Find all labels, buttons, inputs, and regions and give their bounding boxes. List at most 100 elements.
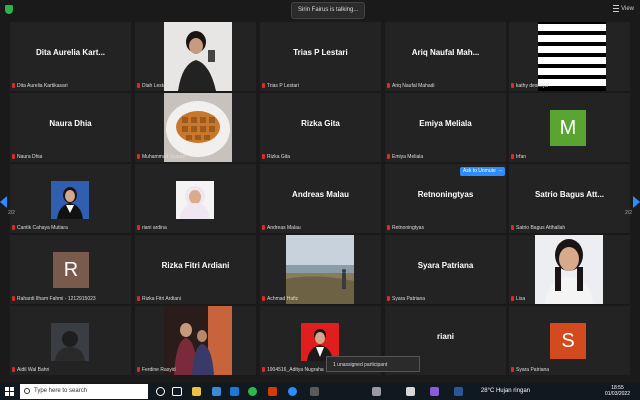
ask-to-unmute-button[interactable]: Ask to Unmute <box>460 167 499 176</box>
powerpoint-icon[interactable] <box>268 387 277 396</box>
zoom-icon[interactable] <box>288 387 297 396</box>
muted-mic-icon <box>511 83 514 89</box>
participant-tile[interactable]: Achmad Hafiz <box>260 235 381 304</box>
participant-display-name: Syara Patriana <box>417 261 474 270</box>
app-icon-2[interactable] <box>372 387 381 396</box>
taskbar-search-box[interactable]: Type here to search <box>20 384 148 399</box>
participant-tile[interactable]: M Irfan <box>509 93 630 162</box>
participant-tile[interactable]: Rizka Gita Rizka Gita <box>260 93 381 162</box>
participant-tile[interactable]: kathy desintya <box>509 22 630 91</box>
participant-tile[interactable]: riani ardina <box>135 164 256 233</box>
participant-display-name: Retnoningtyas <box>417 190 474 199</box>
gallery-grid: Dita Aurelia Kart... Dita Aurelia Kartik… <box>10 22 630 376</box>
participant-video <box>164 22 232 91</box>
participant-tile[interactable]: Lisa <box>509 235 630 304</box>
participant-video <box>51 181 89 219</box>
participant-tile[interactable]: Cantik Cahaya Mutiara <box>10 164 131 233</box>
participant-label: Syara Patriana <box>511 367 549 373</box>
participant-name: Retnoningtyas <box>392 225 424 231</box>
participant-name: Muhammad Syauqi <box>142 154 186 160</box>
participant-tile[interactable]: Ariq Naufal Mah... Ariq Naufal Mahadi <box>385 22 506 91</box>
participant-name: Naura Dhia <box>17 154 43 160</box>
windows-start-icon[interactable] <box>5 387 14 396</box>
weather-widget[interactable]: 28°C Hujan ringan <box>481 388 530 394</box>
muted-mic-icon <box>511 225 514 231</box>
muted-mic-icon <box>262 367 265 373</box>
muted-mic-icon <box>387 225 390 231</box>
participant-tile[interactable]: Dita Aurelia Kart... Dita Aurelia Kartik… <box>10 22 131 91</box>
unassigned-participant-panel[interactable]: 1 unassigned participant <box>326 356 420 372</box>
muted-mic-icon <box>262 296 265 302</box>
chrome-icon[interactable] <box>248 387 257 396</box>
participant-name: Irfan <box>516 154 527 160</box>
word-icon[interactable] <box>454 387 463 396</box>
participant-label: Rizka Gita <box>262 154 290 160</box>
participant-label: Rahardi Ilham Fahmi - 1212915023 <box>12 296 96 302</box>
participant-tile[interactable]: Naura Dhia Naura Dhia <box>10 93 131 162</box>
participant-name: Diah Lestari <box>142 83 169 89</box>
participant-display-name: Trias P Lestari <box>293 48 348 57</box>
participant-tile[interactable]: R Rahardi Ilham Fahmi - 1212915023 <box>10 235 131 304</box>
participant-tile[interactable]: Emiya Meliala Emiya Meliala <box>385 93 506 162</box>
participant-name: Dita Aurelia Kartikasari <box>17 83 68 89</box>
app-icon-3[interactable] <box>406 387 415 396</box>
clock-date: 01/03/2022 <box>604 391 630 397</box>
participant-label: kathy desintya <box>511 83 548 89</box>
participant-tile[interactable]: Diah Lestari <box>135 22 256 91</box>
participant-name: Syara Patriana <box>516 367 550 373</box>
muted-mic-icon <box>12 83 15 89</box>
participant-tile[interactable]: Andreas Malau Andreas Malau <box>260 164 381 233</box>
participant-label: riani ardina <box>137 225 167 231</box>
participant-tile[interactable]: Ferdine Rasyid <box>135 306 256 375</box>
participant-label: Aidil Wal Bahri <box>12 367 49 373</box>
participant-name: Cantik Cahaya Mutiara <box>17 225 68 231</box>
page-indicator-left: 2/2 <box>8 210 15 216</box>
participant-tile[interactable]: Satrio Bagus Att... Satrio Bagus Atthall… <box>509 164 630 233</box>
participant-name: Emiya Meliala <box>392 154 424 160</box>
participant-tile[interactable]: Rizka Fitri Ardiani Rizka Fitri Ardiani <box>135 235 256 304</box>
participant-tile[interactable]: S Syara Patriana <box>509 306 630 375</box>
muted-mic-icon <box>387 296 390 302</box>
participant-name: 1904516_Aditya Nugraha <box>267 367 324 373</box>
participant-label: Syara Patriana <box>387 296 425 302</box>
next-page-arrow-icon[interactable] <box>633 196 640 208</box>
participant-name: Rizka Gita <box>267 154 291 160</box>
participant-name: kathy desintya <box>516 83 548 89</box>
system-clock[interactable]: 18:55 01/03/2022 <box>605 385 630 397</box>
participant-video <box>535 235 603 304</box>
file-explorer-icon[interactable] <box>192 387 201 396</box>
previous-page-arrow-icon[interactable] <box>0 196 7 208</box>
participant-tile[interactable]: Trias P Lestari Trias P Lestari <box>260 22 381 91</box>
talking-indicator: Sirin Fairus is talking... <box>291 2 366 19</box>
participant-label: Diah Lestari <box>137 83 169 89</box>
mail-icon[interactable] <box>212 387 221 396</box>
participant-display-name: Naura Dhia <box>49 119 92 128</box>
muted-mic-icon <box>12 367 15 373</box>
cortana-icon[interactable] <box>156 387 165 396</box>
participant-label: Muhammad Syauqi <box>137 154 185 160</box>
store-icon[interactable] <box>230 387 239 396</box>
participant-label: Dita Aurelia Kartikasari <box>12 83 68 89</box>
participant-name: Andreas Malau <box>267 225 301 231</box>
security-shield-icon[interactable] <box>5 5 13 14</box>
participant-name: riani ardina <box>142 225 167 231</box>
app-icon-4[interactable] <box>430 387 439 396</box>
more-options-button[interactable]: ... <box>496 167 505 176</box>
participant-tile[interactable]: Syara Patriana Syara Patriana <box>385 235 506 304</box>
participant-label: Irfan <box>511 154 526 160</box>
participant-tile[interactable]: Aidil Wal Bahri <box>10 306 131 375</box>
view-button[interactable]: View <box>613 5 634 12</box>
muted-mic-icon <box>511 367 514 373</box>
participant-label: Cantik Cahaya Mutiara <box>12 225 68 231</box>
participant-label: Rizka Fitri Ardiani <box>137 296 181 302</box>
participant-tile[interactable]: Muhammad Syauqi <box>135 93 256 162</box>
task-view-icon[interactable] <box>172 387 182 396</box>
muted-mic-icon <box>387 154 390 160</box>
meeting-topbar: Sirin Fairus is talking... View <box>0 0 640 20</box>
app-icon[interactable] <box>310 387 319 396</box>
participant-label: Achmad Hafiz <box>262 296 298 302</box>
participant-name: Achmad Hafiz <box>267 296 299 302</box>
participant-display-name: Satrio Bagus Att... <box>534 190 605 199</box>
windows-taskbar: Type here to search 28°C Hujan ringan 18… <box>0 383 640 400</box>
participant-name: Satrio Bagus Atthallah <box>516 225 566 231</box>
